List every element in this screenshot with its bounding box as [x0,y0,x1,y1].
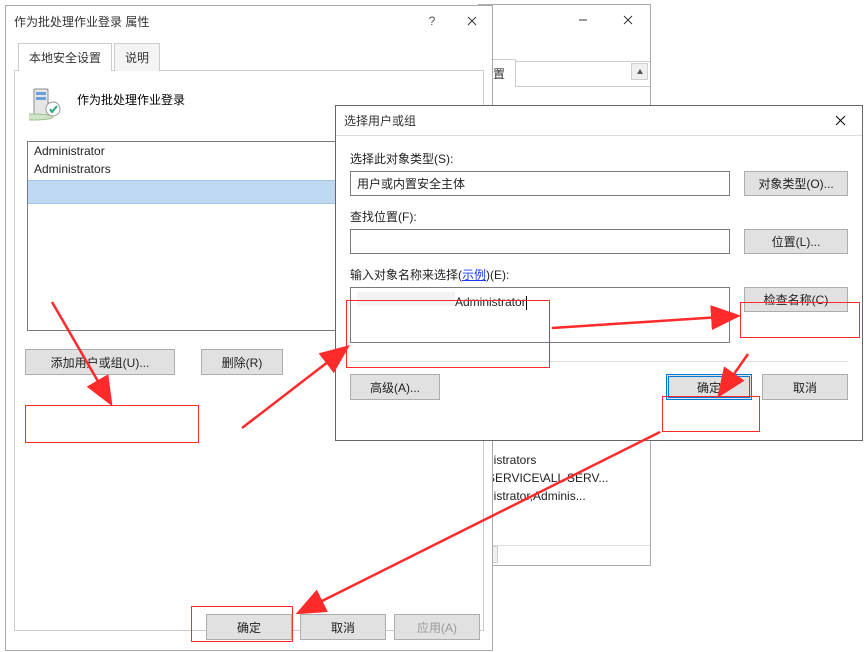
select-dialog-title: 选择用户或组 [344,112,818,129]
prop-window-title: 作为批处理作业登录 属性 [14,13,412,30]
select-close-button[interactable] [818,106,862,135]
select-cancel-label: 取消 [793,379,817,396]
server-policy-icon [29,87,63,121]
prop-cancel-label: 取消 [331,619,355,636]
check-names-button[interactable]: 检查名称(C) [744,287,848,312]
bg-list-row[interactable]: SERVICE\ALL SERV... [483,469,646,487]
add-user-group-label: 添加用户或组(U)... [51,354,150,371]
remove-button[interactable]: 删除(R) [201,349,283,375]
bg-minimize-button[interactable] [560,5,605,35]
help-button[interactable]: ? [412,6,452,36]
tab-local-security[interactable]: 本地安全设置 [18,43,112,71]
advanced-button[interactable]: 高级(A)... [350,374,440,400]
bg-close-button[interactable] [605,5,650,35]
object-names-input[interactable]: Administrator [350,287,730,343]
select-ok-button[interactable]: 确定 [666,374,752,400]
bg-list-row[interactable]: nistrator,Adminis... [483,487,646,505]
policy-name-label: 作为批处理作业登录 [77,87,185,108]
prop-apply-button: 应用(A) [394,614,480,640]
object-names-label: 输入对象名称来选择(示例)(E): [350,266,848,283]
add-user-group-button[interactable]: 添加用户或组(U)... [25,349,175,375]
object-names-value: Administrator [455,295,526,309]
prop-tabstrip: 本地安全设置 说明 [14,42,484,71]
remove-label: 删除(R) [222,354,263,371]
advanced-label: 高级(A)... [370,379,420,396]
select-cancel-button[interactable]: 取消 [762,374,848,400]
select-users-dialog: 选择用户或组 选择此对象类型(S): 对象类型(O)... 查找位置(F): 位… [335,105,863,441]
bg-titlebar [479,5,650,35]
names-post: )(E): [486,268,509,282]
object-type-field [350,171,730,196]
prop-apply-label: 应用(A) [417,619,457,636]
check-names-label: 检查名称(C) [764,291,829,308]
prop-cancel-button[interactable]: 取消 [300,614,386,640]
tab-explain[interactable]: 说明 [114,43,160,71]
scroll-up-icon[interactable] [631,63,648,80]
prop-titlebar: 作为批处理作业登录 属性 ? [6,6,492,36]
object-types-btn-label: 对象类型(O)... [758,175,833,192]
locations-button[interactable]: 位置(L)... [744,229,848,254]
location-label: 查找位置(F): [350,208,848,225]
prop-ok-label: 确定 [237,619,261,636]
prop-ok-button[interactable]: 确定 [206,614,292,640]
select-titlebar: 选择用户或组 [336,106,862,136]
close-button[interactable] [452,6,492,36]
locations-btn-label: 位置(L)... [772,233,821,250]
example-link[interactable]: 示例 [462,268,486,282]
object-types-button[interactable]: 对象类型(O)... [744,171,848,196]
object-type-label: 选择此对象类型(S): [350,150,848,167]
select-ok-label: 确定 [697,379,721,396]
names-pre: 输入对象名称来选择( [350,268,462,282]
bg-list-row[interactable]: nistrators [483,451,646,469]
location-field [350,229,730,254]
